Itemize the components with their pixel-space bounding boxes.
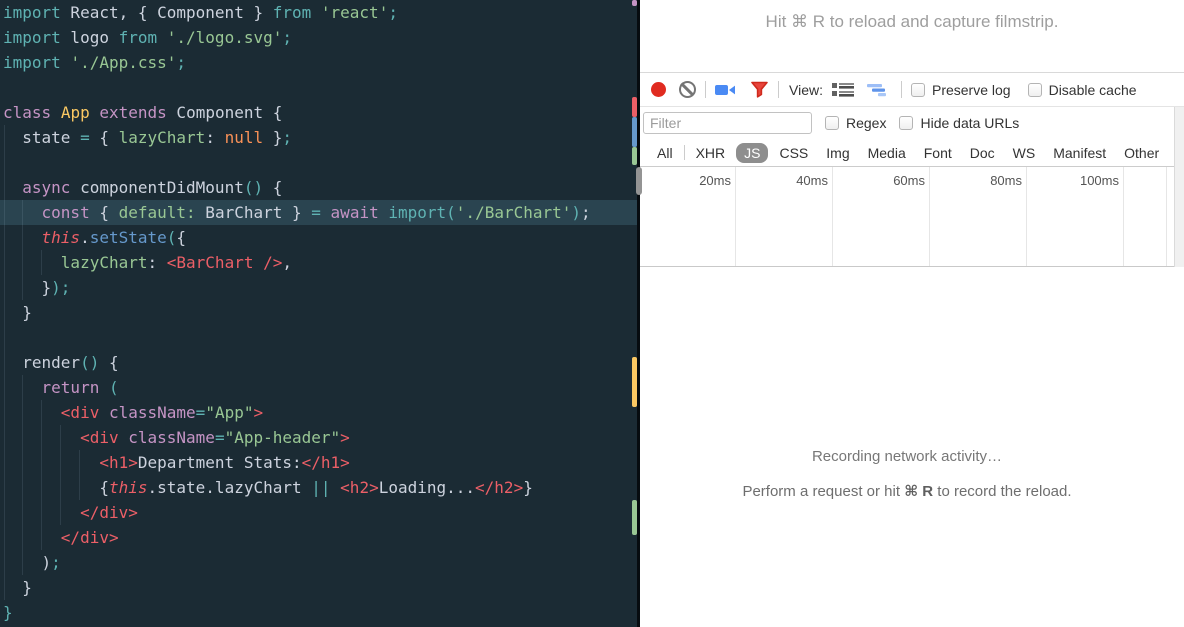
code-line: } xyxy=(0,300,637,325)
code-area: import React, { Component } from 'react'… xyxy=(0,0,637,625)
tab-img[interactable]: Img xyxy=(817,143,858,163)
recording-instruction: Perform a request or hit ⌘ R to record t… xyxy=(640,482,1174,500)
devtools-network-panel: Hit ⌘ R to reload and capture filmstrip.… xyxy=(640,0,1184,627)
code-line: this.setState({ xyxy=(0,225,637,250)
code-line: </div> xyxy=(0,525,637,550)
tab-js[interactable]: JS xyxy=(736,143,768,163)
code-line: <div className="App"> xyxy=(0,400,637,425)
timeline-tick: 40ms xyxy=(736,167,833,266)
tab-font[interactable]: Font xyxy=(915,143,961,163)
code-line: <div className="App-header"> xyxy=(0,425,637,450)
tab-media[interactable]: Media xyxy=(859,143,915,163)
code-line: class App extends Component { xyxy=(0,100,637,125)
timeline-tick: 20ms xyxy=(640,167,736,266)
code-line: lazyChart: <BarChart />, xyxy=(0,250,637,275)
filmstrip-hint: Hit ⌘ R to reload and capture filmstrip. xyxy=(640,0,1184,72)
indent-guide xyxy=(41,400,42,550)
code-line xyxy=(0,325,637,350)
large-request-rows-icon[interactable] xyxy=(832,82,854,97)
code-line: <h1>Department Stats:</h1> xyxy=(0,450,637,475)
filter-input[interactable] xyxy=(643,112,812,134)
code-line xyxy=(0,150,637,175)
pane-divider[interactable] xyxy=(637,0,640,627)
code-line: } xyxy=(0,575,637,600)
disable-cache-checkbox[interactable] xyxy=(1028,83,1042,97)
indent-guide xyxy=(60,425,61,525)
hide-data-urls-checkbox[interactable] xyxy=(899,116,913,130)
view-label: View: xyxy=(789,82,823,98)
indent-guide xyxy=(22,200,23,300)
indent-guide xyxy=(22,375,23,575)
filter-bar: Regex Hide data URLs xyxy=(640,107,1184,139)
code-line xyxy=(0,75,637,100)
indent-guide xyxy=(79,450,80,500)
network-toolbar: View: Preserve log Disable cache xyxy=(640,72,1184,107)
code-line: import logo from './logo.svg'; xyxy=(0,25,637,50)
toolbar-separator xyxy=(705,81,706,98)
code-editor[interactable]: import React, { Component } from 'react'… xyxy=(0,0,637,627)
screen: import React, { Component } from 'react'… xyxy=(0,0,1184,627)
timeline-grid: 20ms40ms60ms80ms100ms xyxy=(640,167,1184,267)
hide-data-urls-label: Hide data URLs xyxy=(920,115,1019,131)
capture-screenshots-icon[interactable] xyxy=(715,83,736,97)
code-line: state = { lazyChart: null }; xyxy=(0,125,637,150)
tab-all[interactable]: All xyxy=(648,143,682,163)
timeline-column xyxy=(1124,167,1167,266)
disable-cache-label: Disable cache xyxy=(1049,82,1137,98)
editor-scrollbar-thumb[interactable] xyxy=(636,167,642,195)
code-line: </div> xyxy=(0,500,637,525)
resource-type-tabs: AllXHRJSCSSImgMediaFontDocWSManifestOthe… xyxy=(640,139,1184,167)
tab-other[interactable]: Other xyxy=(1115,143,1168,163)
toolbar-separator xyxy=(901,81,902,98)
preserve-log-checkbox[interactable] xyxy=(911,83,925,97)
code-line: return ( xyxy=(0,375,637,400)
filter-icon[interactable] xyxy=(750,81,769,98)
tab-manifest[interactable]: Manifest xyxy=(1044,143,1115,163)
clear-requests-button[interactable] xyxy=(679,81,696,98)
code-line: }); xyxy=(0,275,637,300)
preserve-log-option: Preserve log xyxy=(911,82,1011,98)
tab-css[interactable]: CSS xyxy=(770,143,817,163)
tab-ws[interactable]: WS xyxy=(1004,143,1045,163)
code-line: {this.state.lazyChart || <h2>Loading...<… xyxy=(0,475,637,500)
toolbar-separator xyxy=(778,81,779,98)
timeline-tick: 80ms xyxy=(930,167,1027,266)
preserve-log-label: Preserve log xyxy=(932,82,1011,98)
recording-status: Recording network activity… xyxy=(640,448,1174,465)
regex-label: Regex xyxy=(846,115,886,131)
regex-option: Regex xyxy=(825,115,886,131)
hide-data-urls-option: Hide data URLs xyxy=(899,115,1019,131)
timeline-tick: 60ms xyxy=(833,167,930,266)
code-line: } xyxy=(0,600,637,625)
waterfall-timeline-icon[interactable] xyxy=(867,83,892,97)
tab-xhr[interactable]: XHR xyxy=(687,143,735,163)
empty-state-message: Recording network activity… Perform a re… xyxy=(640,448,1174,500)
code-line: ); xyxy=(0,550,637,575)
code-line: async componentDidMount() { xyxy=(0,175,637,200)
code-line: import './App.css'; xyxy=(0,50,637,75)
devtools-scrollbar[interactable] xyxy=(1174,107,1184,267)
indent-guide xyxy=(4,125,5,600)
code-line: import React, { Component } from 'react'… xyxy=(0,0,637,25)
code-line-highlighted: const { default: BarChart } = await impo… xyxy=(0,200,637,225)
disable-cache-option: Disable cache xyxy=(1028,82,1137,98)
record-button[interactable] xyxy=(651,82,666,97)
indent-guide xyxy=(41,250,42,275)
regex-checkbox[interactable] xyxy=(825,116,839,130)
timeline-tick: 100ms xyxy=(1027,167,1124,266)
code-line: render() { xyxy=(0,350,637,375)
tab-doc[interactable]: Doc xyxy=(961,143,1004,163)
tab-divider xyxy=(684,145,685,160)
